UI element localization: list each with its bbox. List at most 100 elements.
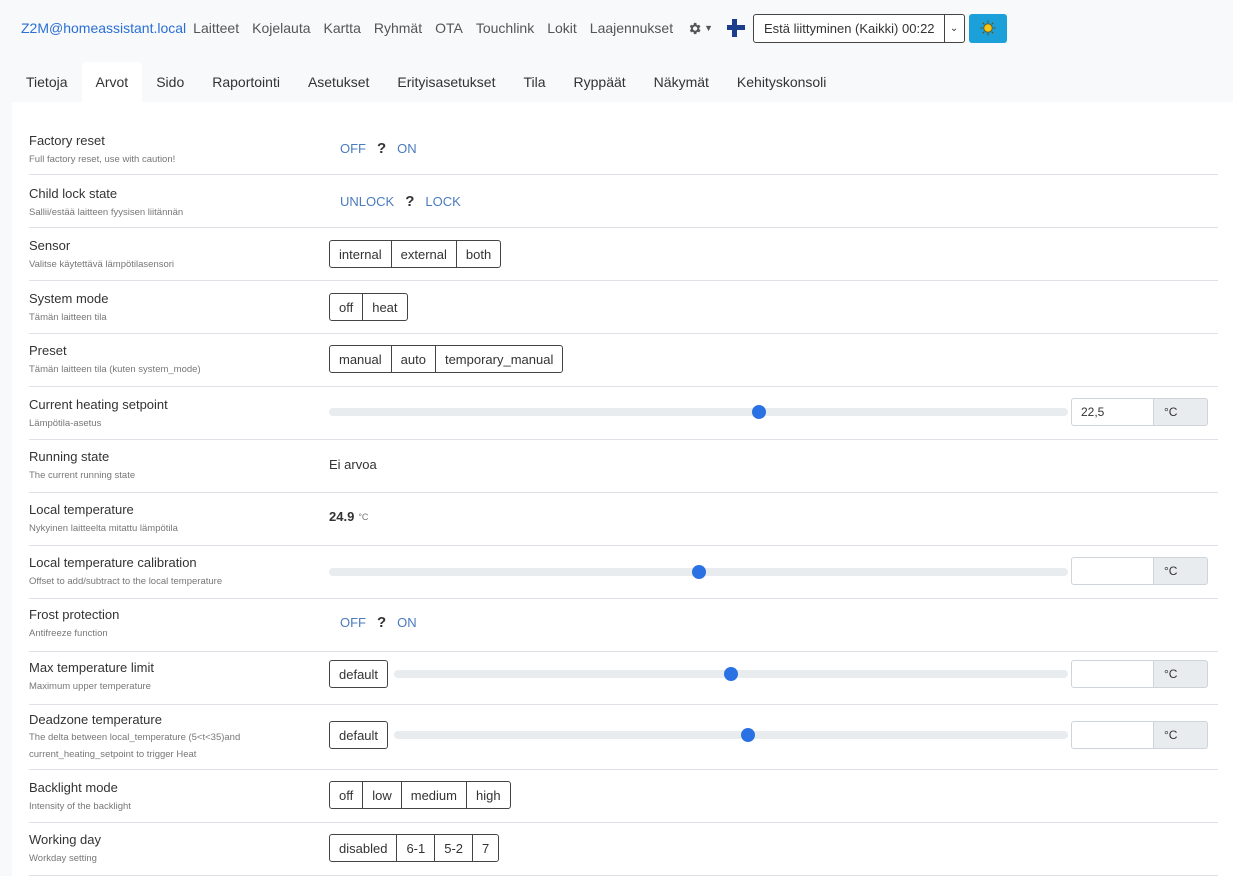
deadzone-temp-slider[interactable] — [394, 728, 1068, 742]
backlight-option-low[interactable]: low — [362, 781, 402, 809]
tab-exposes[interactable]: Arvot — [81, 62, 143, 102]
tab-about[interactable]: Tietoja — [12, 62, 82, 102]
feature-row-heating-setpoint: Current heating setpoint Lämpötila-asetu… — [29, 388, 1218, 440]
backlight-option-off[interactable]: off — [329, 781, 364, 809]
nav-link-groups[interactable]: Ryhmät — [374, 20, 422, 36]
sensor-option-external[interactable]: external — [390, 240, 457, 268]
deadzone-temp-input-group: °C — [1071, 721, 1208, 749]
preset-option-temporary-manual[interactable]: temporary_manual — [434, 345, 564, 373]
max-temp-default-button[interactable]: default — [329, 660, 389, 688]
tab-bind[interactable]: Sido — [142, 62, 198, 102]
feature-label: Frost protection — [29, 607, 120, 622]
system-mode-option-heat[interactable]: heat — [362, 293, 408, 321]
temp-calibration-input[interactable] — [1071, 557, 1154, 585]
preset-option-auto[interactable]: auto — [390, 345, 436, 373]
nav-link-ota[interactable]: OTA — [435, 20, 463, 36]
feature-row-max-temp-limit: Max temperature limit Maximum upper temp… — [29, 653, 1218, 705]
chevron-down-icon: ▼ — [704, 23, 714, 33]
unit-label: °C — [358, 511, 369, 522]
slider-thumb[interactable] — [740, 728, 755, 742]
permit-join-dropdown[interactable]: ⌄ — [944, 13, 965, 43]
tab-dev-console[interactable]: Kehityskonsoli — [723, 62, 841, 102]
tab-specific-settings[interactable]: Erityisasetukset — [383, 62, 509, 102]
deadzone-temp-controls: default — [329, 721, 1068, 749]
system-mode-option-off[interactable]: off — [329, 293, 364, 321]
backlight-mode-options: off low medium high — [329, 781, 511, 809]
sensor-option-internal[interactable]: internal — [329, 240, 392, 268]
local-temperature-value-wrap: 24.9 °C — [329, 509, 368, 524]
feature-description: Lämpötila-asetus — [29, 418, 102, 429]
tab-state[interactable]: Tila — [509, 62, 559, 102]
unit-label: °C — [1154, 398, 1208, 426]
tab-scenes[interactable]: Näkymät — [640, 62, 723, 102]
feature-label: Running state — [29, 449, 110, 464]
frost-protection-on-button[interactable]: ON — [386, 615, 428, 630]
frost-protection-off-button[interactable]: OFF — [329, 615, 377, 630]
tab-settings[interactable]: Asetukset — [294, 62, 383, 102]
device-tabs: Tietoja Arvot Sido Raportointi Asetukset… — [12, 62, 840, 102]
feature-description: Nykyinen laitteelta mitattu lämpötila — [29, 523, 178, 534]
nav-link-touchlink[interactable]: Touchlink — [476, 20, 534, 36]
deadzone-temp-input[interactable] — [1071, 721, 1154, 749]
frost-protection-toggle: OFF ? ON — [329, 614, 428, 631]
feature-description: Tämän laitteen tila — [29, 312, 107, 323]
feature-label: Local temperature — [29, 502, 134, 517]
feature-row-factory-reset: Factory reset Full factory reset, use wi… — [29, 123, 1218, 175]
feature-row-child-lock: Child lock state Sallii/estää laitteen f… — [29, 176, 1218, 228]
preset-option-manual[interactable]: manual — [329, 345, 392, 373]
temp-calibration-slider[interactable] — [329, 565, 1068, 579]
feature-label: Working day — [29, 832, 102, 847]
deadzone-default-button[interactable]: default — [329, 721, 389, 749]
feature-label: Sensor — [29, 238, 71, 253]
factory-reset-on-button[interactable]: ON — [386, 141, 428, 156]
slider-thumb[interactable] — [691, 565, 706, 579]
heating-setpoint-input[interactable]: 22,5 — [1071, 398, 1154, 426]
permit-join-button[interactable]: Estä liittyminen (Kaikki) 00:22 — [753, 13, 945, 43]
temp-calibration-input-group: °C — [1071, 557, 1208, 585]
max-temp-limit-slider[interactable] — [394, 667, 1068, 681]
working-day-option-7[interactable]: 7 — [472, 834, 500, 862]
unknown-state-icon: ? — [405, 193, 415, 210]
feature-label: Factory reset — [29, 133, 105, 148]
feature-description: Offset to add/subtract to the local temp… — [29, 576, 223, 587]
preset-options: manual auto temporary_manual — [329, 345, 564, 373]
feature-description: Maximum upper temperature — [29, 681, 151, 692]
nav-link-devices[interactable]: Laitteet — [193, 20, 239, 36]
exposes-card: Factory reset Full factory reset, use wi… — [12, 102, 1233, 876]
feature-label: Local temperature calibration — [29, 555, 197, 570]
brand-link[interactable]: Z2M@homeassistant.local — [21, 20, 186, 36]
working-day-option-5-2[interactable]: 5-2 — [434, 834, 474, 862]
gear-icon — [689, 22, 701, 34]
child-lock-button[interactable]: LOCK — [414, 194, 471, 209]
slider-thumb[interactable] — [724, 667, 739, 681]
heating-setpoint-slider[interactable] — [329, 405, 1068, 419]
sensor-option-both[interactable]: both — [455, 240, 502, 268]
nav-link-dashboard[interactable]: Kojelauta — [252, 20, 310, 36]
working-day-option-6-1[interactable]: 6-1 — [396, 834, 436, 862]
nav-link-extensions[interactable]: Laajennukset — [590, 20, 673, 36]
unit-label: °C — [1154, 557, 1208, 585]
slider-thumb[interactable] — [752, 405, 767, 419]
nav-link-logs[interactable]: Lokit — [547, 20, 577, 36]
theme-toggle-button[interactable] — [968, 13, 1007, 43]
feature-row-temp-calibration: Local temperature calibration Offset to … — [29, 547, 1218, 599]
factory-reset-off-button[interactable]: OFF — [329, 141, 377, 156]
feature-label: Backlight mode — [29, 780, 118, 795]
language-selector[interactable] — [727, 19, 746, 37]
backlight-option-high[interactable]: high — [465, 781, 511, 809]
running-state-value-wrap: Ei arvoa — [329, 457, 377, 472]
feature-label: Deadzone temperature — [29, 712, 162, 727]
feature-description: Workday setting — [29, 853, 97, 864]
nav-link-map[interactable]: Kartta — [324, 20, 361, 36]
backlight-option-medium[interactable]: medium — [400, 781, 467, 809]
working-day-option-disabled[interactable]: disabled — [329, 834, 398, 862]
sun-icon — [980, 20, 996, 36]
tab-reporting[interactable]: Raportointi — [198, 62, 294, 102]
feature-description: Intensity of the backlight — [29, 801, 131, 812]
feature-row-running-state: Running state The current running state … — [29, 441, 1218, 493]
feature-description: The current running state — [29, 470, 136, 481]
settings-dropdown[interactable]: ▼ — [687, 21, 713, 36]
child-unlock-button[interactable]: UNLOCK — [329, 194, 405, 209]
max-temp-limit-input[interactable] — [1071, 660, 1154, 688]
tab-clusters[interactable]: Ryppäät — [560, 62, 640, 102]
